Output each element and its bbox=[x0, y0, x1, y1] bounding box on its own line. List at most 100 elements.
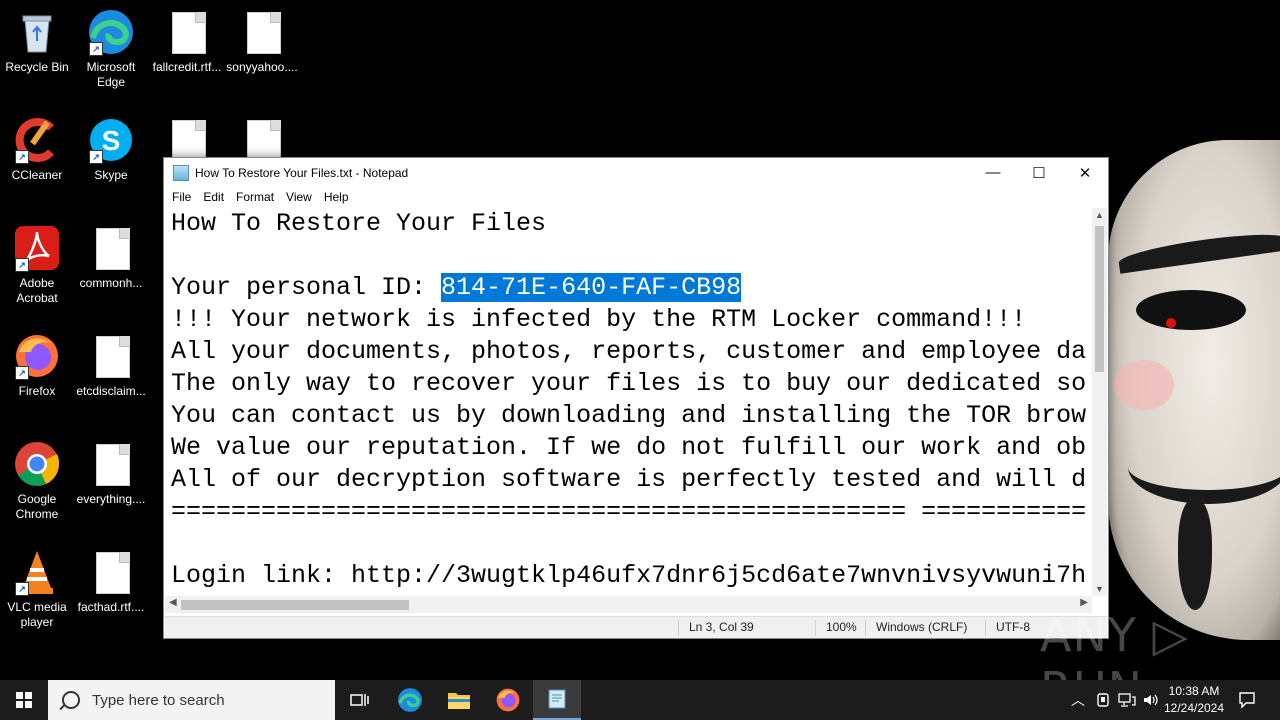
zoom-level: 100% bbox=[815, 620, 866, 636]
notepad-window[interactable]: How To Restore Your Files.txt - Notepad … bbox=[163, 157, 1109, 639]
text-line: How To Restore Your Files bbox=[171, 209, 547, 238]
scroll-up-arrow-icon[interactable]: ▲ bbox=[1092, 210, 1107, 220]
document-icon bbox=[87, 224, 135, 272]
desktop-icon-label: VLC media player bbox=[7, 600, 67, 629]
desktop-icon-skype[interactable]: S ↗ Skype bbox=[74, 116, 148, 183]
horizontal-scroll-thumb[interactable] bbox=[181, 600, 409, 610]
horizontal-scrollbar[interactable]: ◀ ▶ bbox=[165, 596, 1092, 613]
desktop-icon-etcdisclaim[interactable]: etcdisclaim... bbox=[74, 332, 148, 399]
notifications-button[interactable] bbox=[1234, 680, 1260, 720]
system-clock[interactable]: 10:38 AM 12/24/2024 bbox=[1158, 683, 1230, 717]
skype-icon: S ↗ bbox=[87, 116, 135, 164]
desktop-icon-recycle-bin[interactable]: Recycle Bin bbox=[0, 8, 74, 75]
firefox-icon bbox=[496, 688, 520, 712]
notepad-icon bbox=[548, 689, 566, 709]
task-view-icon bbox=[350, 694, 369, 706]
clock-date: 12/24/2024 bbox=[1163, 701, 1225, 715]
desktop-icon-label: facthad.rtf.... bbox=[77, 600, 145, 614]
desktop-icon-fallcredit[interactable]: fallcredit.rtf... bbox=[150, 8, 224, 75]
vertical-scroll-thumb[interactable] bbox=[1095, 226, 1104, 372]
minimize-button[interactable]: — bbox=[970, 158, 1016, 187]
desktop-icon-commonh[interactable]: commonh... bbox=[74, 224, 148, 291]
taskbar-notepad-button[interactable] bbox=[533, 680, 581, 720]
desktop-icon-vlc[interactable]: ↗ VLC media player bbox=[0, 548, 74, 630]
document-icon bbox=[87, 440, 135, 488]
desktop-icon-everything[interactable]: everything.... bbox=[74, 440, 148, 507]
network-icon[interactable] bbox=[1116, 680, 1138, 720]
scroll-down-arrow-icon[interactable]: ▼ bbox=[1092, 584, 1107, 594]
close-button[interactable]: ✕ bbox=[1062, 158, 1108, 187]
desktop-icon-label: everything.... bbox=[76, 492, 146, 506]
svg-text:S: S bbox=[102, 125, 121, 156]
menu-help[interactable]: Help bbox=[318, 190, 355, 204]
taskbar-edge-button[interactable] bbox=[386, 680, 434, 720]
text-line: !!! Your network is infected by the RTM … bbox=[171, 305, 1027, 334]
ccleaner-icon: ↗ bbox=[13, 116, 61, 164]
chrome-icon bbox=[13, 440, 61, 488]
desktop-icon-label: fallcredit.rtf... bbox=[152, 60, 222, 74]
text-editor[interactable]: How To Restore Your Files Your personal … bbox=[165, 208, 1089, 596]
start-button[interactable] bbox=[0, 680, 48, 720]
firefox-icon: ↗ bbox=[13, 332, 61, 380]
text-line: All your documents, photos, reports, cus… bbox=[171, 337, 1087, 366]
acrobat-icon: ↗ bbox=[13, 224, 61, 272]
document-icon bbox=[163, 8, 211, 56]
desktop-icon-label: Recycle Bin bbox=[5, 60, 69, 74]
clock-time: 10:38 AM bbox=[1168, 684, 1220, 698]
edge-icon: ↗ bbox=[87, 8, 135, 56]
scroll-left-arrow-icon[interactable]: ◀ bbox=[169, 597, 177, 608]
tray-device-icon[interactable] bbox=[1092, 680, 1114, 720]
maximize-button[interactable]: ☐ bbox=[1016, 158, 1062, 187]
document-icon bbox=[87, 548, 135, 596]
text-line: We value our reputation. If we do not fu… bbox=[171, 433, 1087, 462]
menu-bar: File Edit Format View Help bbox=[164, 187, 1108, 207]
desktop-icon-label: etcdisclaim... bbox=[76, 384, 146, 398]
desktop-icon-label: Microsoft Edge bbox=[86, 60, 136, 89]
desktop-icon-label: CCleaner bbox=[11, 168, 63, 182]
show-hidden-icons-button[interactable]: ︿ bbox=[1068, 680, 1088, 720]
desktop-icon-label: sonyyahoo.... bbox=[226, 60, 298, 74]
desktop-icon-label: Firefox bbox=[18, 384, 56, 398]
personal-id-label: Your personal ID: bbox=[171, 273, 442, 302]
text-line bbox=[165, 528, 1089, 560]
text-line: You can contact us by downloading and in… bbox=[171, 401, 1087, 430]
scroll-right-arrow-icon[interactable]: ▶ bbox=[1080, 597, 1088, 608]
vlc-icon: ↗ bbox=[13, 548, 61, 596]
desktop-icon-sonyyahoo[interactable]: sonyyahoo.... bbox=[225, 8, 299, 75]
text-line-login-link: Login link: http://3wugtklp46ufx7dnr6j5c… bbox=[171, 561, 1087, 590]
text-line bbox=[165, 240, 1089, 272]
desktop-icon-label: Adobe Acrobat bbox=[16, 276, 58, 305]
cursor-position: Ln 3, Col 39 bbox=[678, 620, 814, 636]
menu-view[interactable]: View bbox=[280, 190, 318, 204]
desktop-icon-adobe-acrobat[interactable]: ↗ Adobe Acrobat bbox=[0, 224, 74, 306]
window-title: How To Restore Your Files.txt - Notepad bbox=[195, 165, 409, 180]
desktop-icon-firefox[interactable]: ↗ Firefox bbox=[0, 332, 74, 399]
text-line: The only way to recover your files is to… bbox=[171, 369, 1087, 398]
menu-format[interactable]: Format bbox=[230, 190, 280, 204]
taskbar-firefox-button[interactable] bbox=[484, 680, 532, 720]
chevron-up-icon: ︿ bbox=[1071, 692, 1085, 708]
vertical-scrollbar[interactable]: ▲ ▼ bbox=[1092, 208, 1107, 596]
desktop-icon-microsoft-edge[interactable]: ↗ Microsoft Edge bbox=[74, 8, 148, 90]
desktop-icon-google-chrome[interactable]: Google Chrome bbox=[0, 440, 74, 522]
menu-file[interactable]: File bbox=[166, 190, 197, 204]
text-line-personal-id: Your personal ID: 814-71E-640-FAF-CB98 bbox=[165, 272, 1089, 304]
status-bar: Ln 3, Col 39 100% Windows (CRLF) UTF-8 bbox=[165, 616, 1107, 638]
taskbar-file-explorer-button[interactable] bbox=[435, 680, 483, 720]
edge-icon bbox=[398, 688, 422, 712]
desktop-icon-ccleaner[interactable]: ↗ CCleaner bbox=[0, 116, 74, 183]
desktop-icon-label: commonh... bbox=[79, 276, 143, 290]
task-view-button[interactable] bbox=[336, 680, 384, 720]
document-icon bbox=[87, 332, 135, 380]
notification-icon bbox=[1239, 692, 1255, 709]
desktop-icon-label: Google Chrome bbox=[15, 492, 59, 521]
desktop-icon-facthad[interactable]: facthad.rtf.... bbox=[74, 548, 148, 615]
selected-personal-id: 814-71E-640-FAF-CB98 bbox=[441, 273, 742, 302]
taskbar: Type here to search ︿ 10:38 AM 12/24/202… bbox=[0, 680, 1280, 720]
taskbar-search-box[interactable]: Type here to search bbox=[48, 680, 335, 720]
document-icon bbox=[238, 8, 286, 56]
notepad-icon bbox=[173, 164, 189, 181]
title-bar[interactable]: How To Restore Your Files.txt - Notepad … bbox=[164, 158, 1108, 187]
menu-edit[interactable]: Edit bbox=[197, 190, 230, 204]
recycle-bin-icon bbox=[13, 8, 61, 56]
